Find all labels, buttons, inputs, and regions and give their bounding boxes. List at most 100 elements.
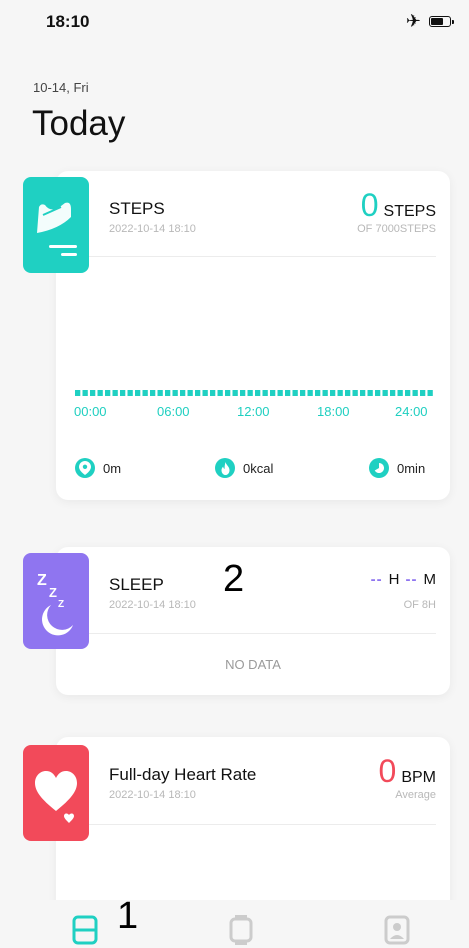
steps-bar [112, 390, 118, 396]
sleep-minutes-value: -- [405, 571, 418, 588]
steps-bar [367, 390, 373, 396]
duration-value: 0min [397, 460, 426, 476]
steps-bar [195, 390, 201, 396]
steps-bar [292, 390, 298, 396]
steps-bar [405, 390, 411, 396]
distance-stat: 0m [75, 458, 121, 478]
sleep-no-data: NO DATA [225, 657, 281, 672]
steps-bar [330, 390, 336, 396]
sleep-minutes-unit: M [423, 571, 437, 588]
heart-subtext: Average [395, 789, 436, 801]
distance-value: 0m [103, 460, 122, 476]
tab-device[interactable] [226, 914, 256, 946]
steps-bar [240, 390, 246, 396]
annotation-two: 2 [223, 558, 245, 600]
sneaker-icon [37, 202, 77, 256]
steps-bar [135, 390, 141, 396]
steps-timestamp: 2022-10-14 18:10 [109, 223, 196, 235]
steps-bar [150, 390, 156, 396]
steps-bar [285, 390, 291, 396]
steps-bar [337, 390, 343, 396]
steps-bar [82, 390, 88, 396]
steps-bar [412, 390, 418, 396]
steps-bar [315, 390, 321, 396]
heart-unit: BPM [401, 769, 436, 786]
steps-bar [105, 390, 111, 396]
sleep-hours-value: -- [370, 571, 383, 588]
flame-icon [215, 458, 235, 478]
steps-bar [375, 390, 381, 396]
steps-title: STEPS [109, 199, 165, 218]
steps-bar [127, 390, 133, 396]
steps-bar [187, 390, 193, 396]
calories-value: 0kcal [243, 460, 274, 476]
sleep-title: SLEEP [109, 575, 164, 594]
sleep-card-icon: Z Z Z [23, 553, 89, 649]
steps-bar [360, 390, 366, 396]
status-bar: 18:10 ✈ [0, 0, 469, 44]
steps-bar [307, 390, 313, 396]
steps-bar [202, 390, 208, 396]
hour-label-4: 24:00 [395, 404, 428, 419]
hour-label-2: 12:00 [237, 404, 270, 419]
heart-card-icon [23, 745, 89, 841]
sleep-goal: OF 8H [403, 599, 436, 611]
steps-bar [427, 390, 433, 396]
steps-card-icon [23, 177, 89, 273]
status-icons: ✈ [405, 11, 454, 31]
steps-bar [165, 390, 171, 396]
steps-bar [90, 390, 96, 396]
steps-card[interactable]: STEPS 2022-10-14 18:10 0 STEPS OF 7000ST… [56, 171, 450, 500]
steps-bar [142, 390, 148, 396]
profile-tab-icon [384, 915, 410, 945]
steps-goal: OF 7000STEPS [357, 223, 436, 235]
sleep-hours-unit: H [388, 571, 400, 588]
sleep-card[interactable]: SLEEP 2022-10-14 18:10 -- H -- M OF 8H N… [56, 547, 450, 695]
tab-bar [0, 900, 469, 948]
steps-bar [172, 390, 178, 396]
moon-zzz-icon: Z Z Z [37, 572, 73, 636]
steps-value: 0 STEPS [361, 189, 436, 221]
hour-label-1: 06:00 [157, 404, 190, 419]
steps-bar [277, 390, 283, 396]
heart-icon [35, 771, 77, 823]
heart-divider [70, 824, 436, 825]
clock-icon [369, 458, 389, 478]
steps-bar [390, 390, 396, 396]
steps-bar [180, 390, 186, 396]
watch-tab-icon [229, 915, 253, 945]
hour-label-0: 00:00 [74, 404, 107, 419]
steps-bar [217, 390, 223, 396]
steps-bar [382, 390, 388, 396]
steps-bar [255, 390, 261, 396]
steps-divider [70, 256, 436, 257]
steps-bar [75, 390, 81, 396]
svg-text:Z: Z [49, 585, 57, 600]
hour-label-3: 18:00 [317, 404, 350, 419]
steps-bar [270, 390, 276, 396]
heart-title: Full-day Heart Rate [109, 765, 257, 784]
steps-count: 0 [360, 187, 379, 223]
steps-bar [397, 390, 403, 396]
steps-bar [232, 390, 238, 396]
today-tab-icon [72, 915, 98, 945]
steps-bar [157, 390, 163, 396]
steps-bar [247, 390, 253, 396]
steps-bar [97, 390, 103, 396]
battery-icon [429, 15, 454, 27]
tab-profile[interactable] [382, 914, 412, 946]
steps-bar-chart [75, 390, 433, 396]
airplane-icon: ✈ [405, 11, 421, 31]
heart-value: 0 BPM [379, 755, 436, 787]
sleep-timestamp: 2022-10-14 18:10 [109, 599, 196, 611]
tab-today[interactable] [70, 914, 100, 946]
heart-bpm: 0 [378, 753, 397, 789]
steps-bar [210, 390, 216, 396]
heart-timestamp: 2022-10-14 18:10 [109, 789, 196, 801]
svg-text:Z: Z [58, 599, 64, 610]
status-time: 18:10 [46, 12, 90, 31]
sleep-divider [70, 633, 436, 634]
steps-unit: STEPS [383, 203, 436, 220]
sleep-value: -- H -- M [371, 571, 436, 588]
steps-bar [352, 390, 358, 396]
